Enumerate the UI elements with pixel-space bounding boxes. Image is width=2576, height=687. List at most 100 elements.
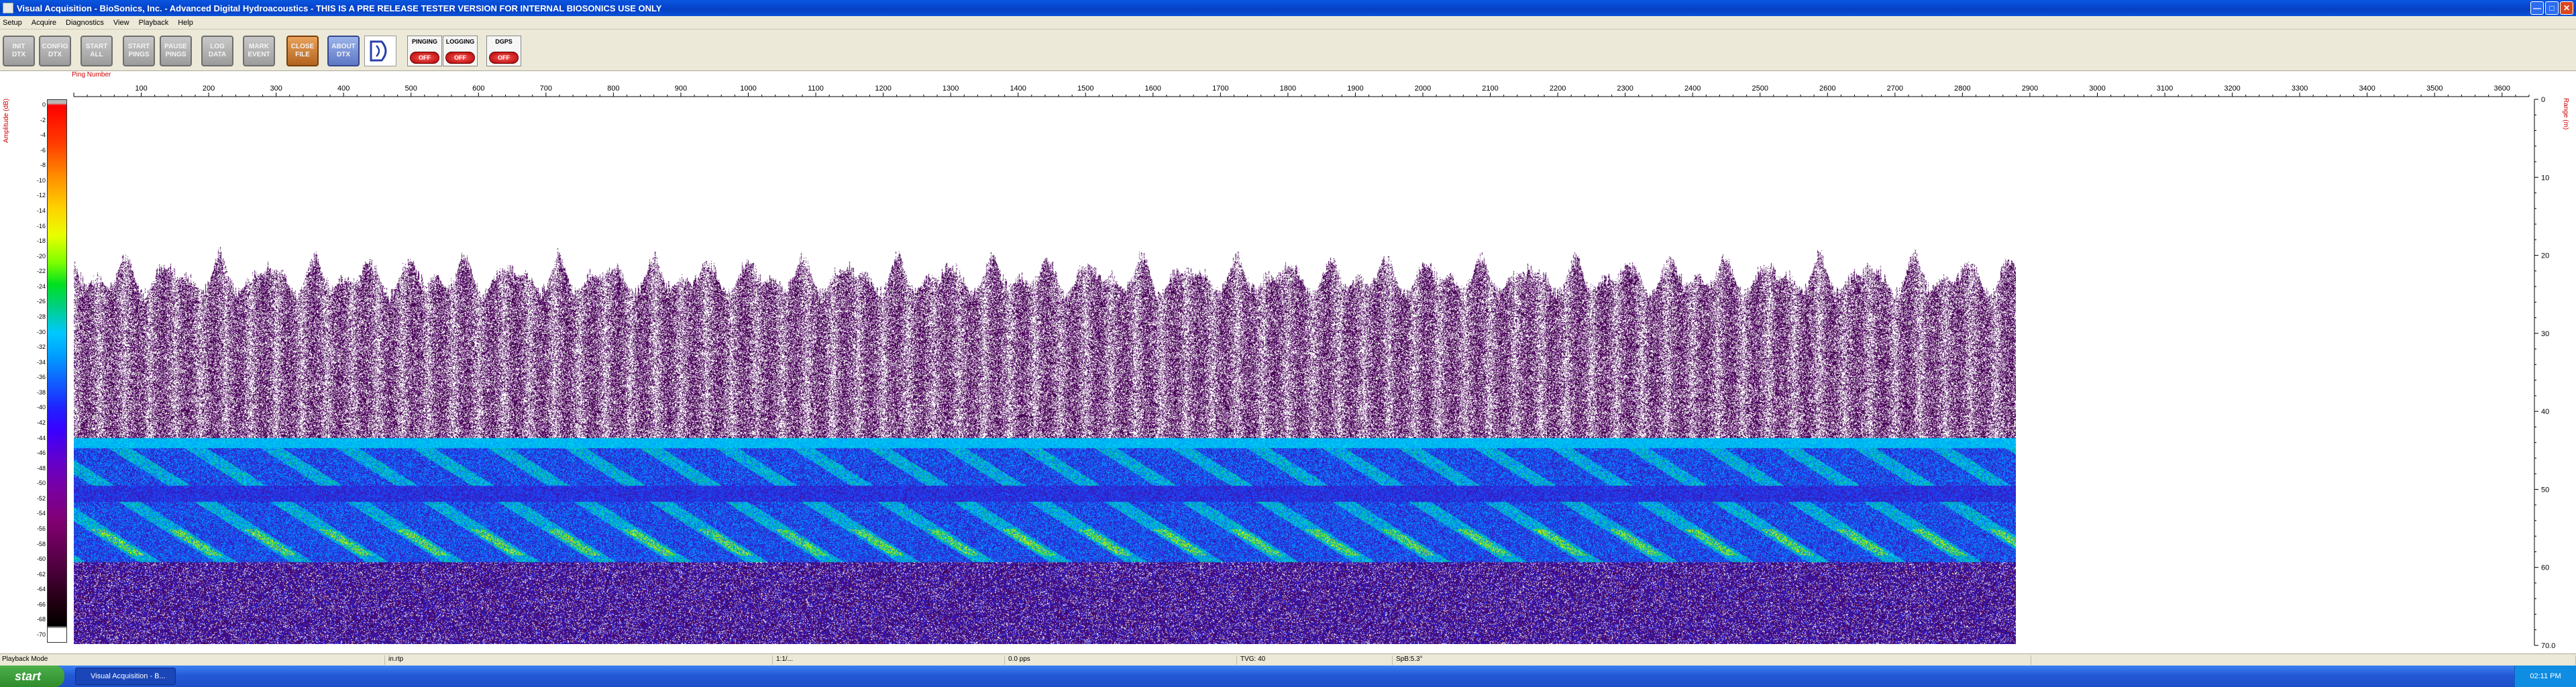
colorbar-tick-label: -46 (36, 450, 46, 457)
start-pings-button[interactable]: START PINGS (123, 36, 155, 66)
mode-status: Playback Mode (0, 655, 385, 665)
x-tick-label: 1500 (1077, 85, 1093, 93)
colorbar-tick-label: -2 (40, 116, 46, 123)
colorbar-tick-label: -70 (36, 631, 46, 638)
colorbar-tick-label: -30 (36, 328, 46, 335)
x-tick-label: 2200 (1550, 85, 1566, 93)
x-tick-label: 3100 (2157, 85, 2173, 93)
colorbar-tick-label: -4 (40, 131, 46, 139)
colorbar-tick-label: -20 (36, 252, 46, 260)
x-tick-label: 2600 (1819, 85, 1835, 93)
minimize-icon[interactable]: — (2530, 1, 2544, 15)
x-tick-label: 300 (270, 85, 282, 93)
x-tick-label: 2500 (1752, 85, 1768, 93)
colorbar-tick-label: -64 (36, 586, 46, 593)
config-dtx-button[interactable]: CONFIG DTX (39, 36, 71, 66)
amplitude-colorbar (47, 99, 67, 643)
colorbar-tick-label: -12 (36, 192, 46, 199)
echogram-image[interactable] (74, 99, 2016, 644)
menu-view[interactable]: View (113, 19, 129, 27)
x-tick-label: 3400 (2359, 85, 2375, 93)
colorbar-tick-label: -68 (36, 616, 46, 623)
mark-event-button[interactable]: MARK EVENT (243, 36, 275, 66)
window-controls: — □ ✕ (2530, 1, 2573, 15)
colorbar-tick-label: -54 (36, 510, 46, 517)
window-title: Visual Acquisition - BioSonics, Inc. - A… (17, 3, 662, 13)
x-tick-label: 2000 (1415, 85, 1431, 93)
x-tick-label: 2400 (1684, 85, 1701, 93)
x-tick-label: 2900 (2022, 85, 2038, 93)
maximize-icon[interactable]: □ (2545, 1, 2559, 15)
pinging-status: PINGING OFF (407, 36, 442, 66)
colorbar-tick-label: -48 (36, 464, 46, 472)
x-tick-label: 600 (472, 85, 484, 93)
close-file-button[interactable]: CLOSE FILE (286, 36, 319, 66)
about-dtx-button[interactable]: ABOUT DTX (327, 36, 360, 66)
init-dtx-button[interactable]: INIT DTX (3, 36, 35, 66)
colorbar-tick-label: -62 (36, 570, 46, 578)
colorbar-tick-label: -66 (36, 600, 46, 608)
x-tick-label: 1200 (875, 85, 891, 93)
x-tick-label: 200 (203, 85, 215, 93)
menu-bar: Setup Acquire Diagnostics View Playback … (0, 16, 2576, 30)
tvg-status: TVG: 40 (1238, 655, 1393, 665)
x-tick-label: 700 (540, 85, 552, 93)
colorbar-tick-label: -14 (36, 207, 46, 214)
start-all-button[interactable]: START ALL (80, 36, 113, 66)
menu-help[interactable]: Help (178, 19, 193, 27)
sp-status: SpB:5.3° (1394, 655, 2031, 665)
menu-acquire[interactable]: Acquire (32, 19, 56, 27)
range-tick-label: 60 (2541, 564, 2549, 572)
range-tick-label: 20 (2541, 252, 2549, 260)
logging-status: LOGGING OFF (443, 36, 478, 66)
system-clock: 02:11 PM (2514, 666, 2576, 687)
pinging-indicator: OFF (410, 52, 439, 64)
start-button[interactable]: start (0, 666, 64, 687)
x-tick-label: 3200 (2224, 85, 2240, 93)
menu-setup[interactable]: Setup (3, 19, 22, 27)
file-status: in.rtp (386, 655, 773, 665)
colorbar-tick-label: -26 (36, 298, 46, 305)
range-tick-label: 40 (2541, 408, 2549, 416)
colorbar-tick-label: -40 (36, 404, 46, 411)
x-tick-label: 1300 (943, 85, 959, 93)
colorbar-tick-label: -36 (36, 374, 46, 381)
colorbar-tick-label: -50 (36, 480, 46, 487)
menu-diagnostics[interactable]: Diagnostics (66, 19, 104, 27)
colorbar-tick-label: -60 (36, 556, 46, 563)
status-bar: Playback Mode in.rtp 1:1/... 0.0 pps TVG… (0, 653, 2576, 666)
position-status: 1:1/... (774, 655, 1005, 665)
rate-status: 0.0 pps (1006, 655, 1237, 665)
x-tick-label: 1900 (1347, 85, 1363, 93)
range-tick-label: 30 (2541, 330, 2549, 338)
colorbar-tick-label: -34 (36, 358, 46, 366)
x-tick-label: 500 (405, 85, 417, 93)
range-tick-label: 0 (2541, 96, 2545, 104)
colorbar-tick-label: -44 (36, 434, 46, 441)
dgps-status: DGPS OFF (486, 36, 521, 66)
x-tick-label: 1100 (808, 85, 824, 93)
pause-pings-button[interactable]: PAUSE PINGS (160, 36, 192, 66)
colorbar-tick-label: 0 (42, 101, 46, 108)
x-tick-label: 1800 (1280, 85, 1296, 93)
taskbar-item-visual-acquisition[interactable]: Visual Acquisition - B... (75, 668, 176, 685)
log-data-button[interactable]: LOG DATA (201, 36, 233, 66)
taskbar: start Visual Acquisition - B... 02:11 PM (0, 666, 2576, 687)
x-tick-label: 3600 (2494, 85, 2510, 93)
logging-indicator: OFF (445, 52, 475, 64)
x-tick-label: 3500 (2426, 85, 2443, 93)
x-tick-label: 2700 (1887, 85, 1903, 93)
range-tick-label: 50 (2541, 486, 2549, 494)
x-tick-label: 1000 (740, 85, 756, 93)
x-tick-label: 100 (135, 85, 147, 93)
close-icon[interactable]: ✕ (2560, 1, 2573, 15)
colorbar-tick-label: -6 (40, 146, 46, 154)
x-tick-label: 2800 (1954, 85, 1970, 93)
extra-status (2033, 655, 2576, 665)
menu-playback[interactable]: Playback (139, 19, 169, 27)
window-titlebar: Visual Acquisition - BioSonics, Inc. - A… (0, 0, 2576, 16)
colorbar-tick-label: -56 (36, 525, 46, 532)
range-tick-label: 70.0 (2541, 642, 2555, 650)
colorbar-tick-label: -58 (36, 540, 46, 547)
x-tick-label: 2100 (1482, 85, 1498, 93)
